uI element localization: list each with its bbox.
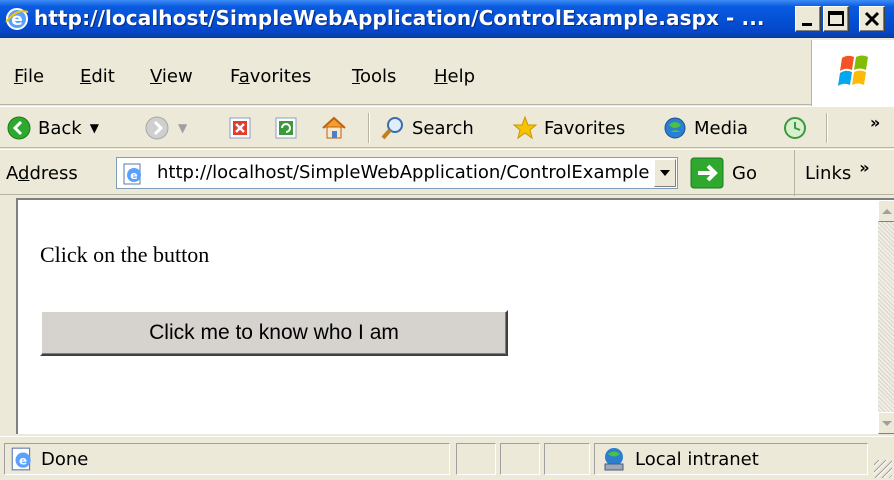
menu-help[interactable]: Help	[434, 66, 475, 87]
refresh-icon	[275, 117, 297, 139]
media-label: Media	[694, 117, 749, 139]
page-icon: e	[121, 162, 145, 191]
stop-button[interactable]	[228, 107, 252, 149]
status-pane-progress	[456, 443, 496, 475]
links-label: Links	[805, 162, 852, 184]
status-pane-lock	[500, 443, 540, 475]
address-bar: Address e http://localhost/SimpleWebAppl…	[0, 149, 894, 196]
status-bar: e Done Local intranet	[0, 436, 894, 480]
minimize-button[interactable]	[795, 6, 821, 32]
page-content: Click on the button Click me to know who…	[16, 198, 894, 434]
search-label: Search	[412, 117, 474, 139]
menu-view[interactable]: View	[150, 66, 193, 87]
toolbar-separator	[368, 113, 369, 143]
window-frame-left	[0, 198, 16, 436]
who-am-i-button[interactable]: Click me to know who I am	[40, 310, 508, 356]
address-url[interactable]: http://localhost/SimpleWebApplication/Co…	[157, 162, 649, 183]
windows-logo-icon	[811, 40, 894, 106]
history-button[interactable]	[782, 107, 808, 149]
scroll-down-button[interactable]	[878, 412, 894, 434]
resize-grip-icon[interactable]	[874, 460, 892, 478]
instruction-text: Click on the button	[40, 242, 210, 267]
search-button[interactable]: Search	[380, 107, 474, 149]
go-label: Go	[732, 162, 757, 184]
go-button[interactable]: Go	[690, 155, 757, 191]
favorites-star-icon	[512, 115, 538, 140]
favorites-label: Favorites	[544, 117, 626, 139]
toolbar-separator-2	[826, 113, 827, 143]
forward-dropdown-icon[interactable]: ▼	[178, 121, 187, 135]
back-label: Back	[38, 117, 82, 139]
search-icon	[381, 117, 403, 140]
media-button[interactable]: Media	[662, 107, 748, 149]
stop-icon	[229, 117, 251, 139]
back-dropdown-icon[interactable]: ▼	[90, 121, 99, 135]
refresh-button[interactable]	[274, 107, 298, 149]
svg-text:e: e	[19, 453, 27, 467]
history-icon	[784, 117, 806, 139]
menu-edit[interactable]: Edit	[80, 66, 115, 87]
home-button[interactable]	[320, 107, 348, 149]
close-button[interactable]	[859, 6, 885, 32]
maximize-button[interactable]	[823, 6, 849, 32]
media-icon	[664, 117, 686, 139]
back-button[interactable]: Back ▼	[6, 107, 99, 149]
menu-favorites[interactable]: Favorites	[230, 66, 311, 87]
security-zone-pane[interactable]: Local intranet	[594, 443, 868, 475]
menu-tools[interactable]: Tools	[352, 66, 396, 87]
links-button[interactable]: Links »	[794, 150, 870, 196]
menu-file[interactable]: File	[14, 66, 44, 87]
go-arrow-icon	[690, 157, 724, 189]
browser-window: e http://localhost/SimpleWebApplication/…	[0, 0, 894, 480]
scroll-up-button[interactable]	[878, 200, 894, 222]
address-input[interactable]: e http://localhost/SimpleWebApplication/…	[116, 157, 678, 189]
back-arrow-icon	[7, 116, 31, 140]
ie-logo-icon: e	[4, 6, 30, 37]
address-dropdown-button[interactable]	[654, 159, 676, 187]
window-title: http://localhost/SimpleWebApplication/Co…	[34, 6, 765, 30]
status-text: Done	[41, 448, 89, 470]
toolbar-overflow-chevron-icon[interactable]: »	[870, 113, 880, 132]
vertical-scrollbar[interactable]	[878, 200, 894, 434]
favorites-button[interactable]: Favorites	[512, 107, 625, 149]
forward-button[interactable]: ▼	[144, 107, 187, 149]
address-label: Address	[6, 163, 78, 184]
local-intranet-icon	[604, 448, 624, 471]
page-done-icon: e	[11, 447, 31, 471]
status-text-pane: e Done	[4, 443, 450, 475]
home-icon	[322, 116, 346, 139]
menu-bar: File Edit View Favorites Tools Help	[0, 39, 894, 105]
svg-text:e: e	[130, 169, 137, 182]
zone-label: Local intranet	[635, 448, 759, 470]
title-bar[interactable]: e http://localhost/SimpleWebApplication/…	[0, 0, 894, 38]
status-pane-extra	[544, 443, 590, 475]
forward-arrow-icon	[145, 116, 169, 140]
links-overflow-chevron-icon[interactable]: »	[859, 158, 869, 177]
menu-separator	[0, 104, 894, 105]
standard-toolbar: Back ▼ ▼ Search Favorites Media »	[0, 106, 894, 148]
